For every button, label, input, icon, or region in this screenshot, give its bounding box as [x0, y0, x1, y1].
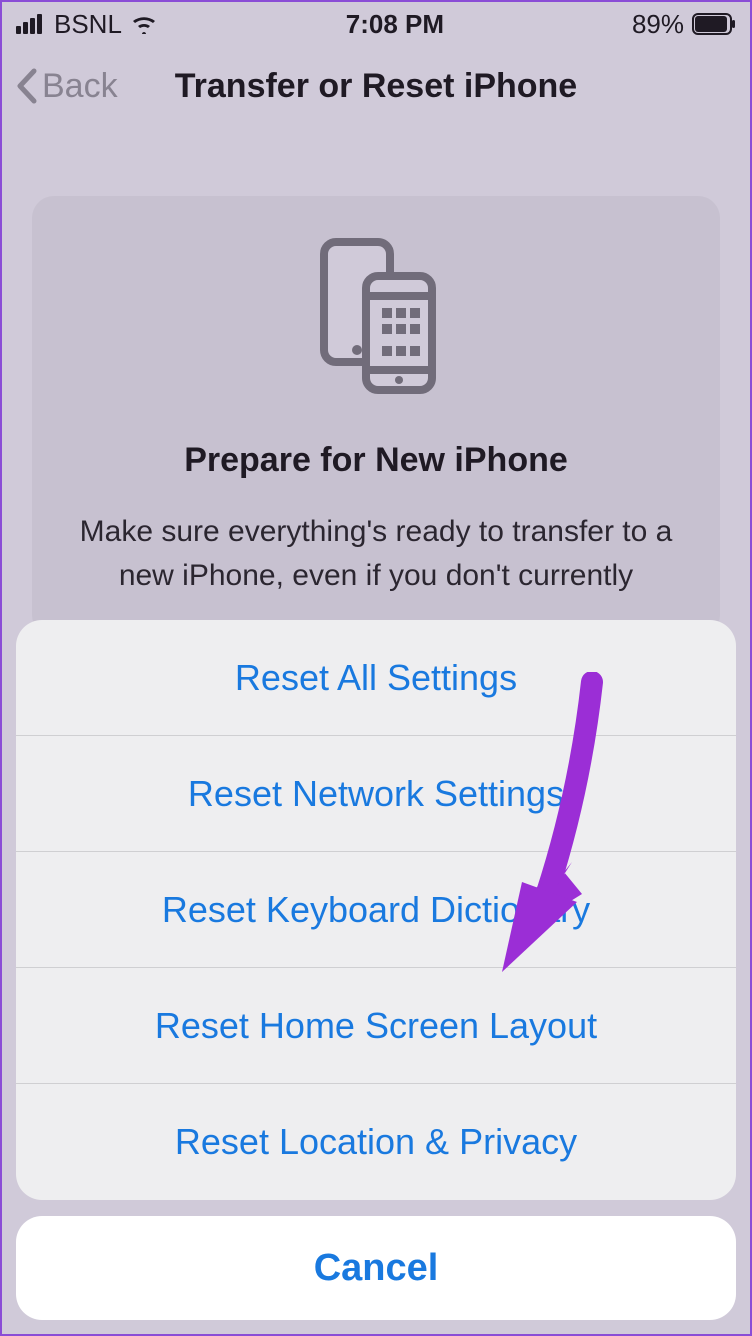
- reset-network-settings[interactable]: Reset Network Settings: [16, 736, 736, 852]
- reset-home-screen-layout[interactable]: Reset Home Screen Layout: [16, 968, 736, 1084]
- option-label: Reset All Settings: [235, 657, 517, 699]
- cancel-button[interactable]: Cancel: [16, 1216, 736, 1320]
- option-label: Reset Network Settings: [188, 773, 564, 815]
- reset-keyboard-dictionary[interactable]: Reset Keyboard Dictionary: [16, 852, 736, 968]
- reset-all-settings[interactable]: Reset All Settings: [16, 620, 736, 736]
- option-label: Reset Location & Privacy: [175, 1121, 577, 1163]
- action-sheet: Reset All Settings Reset Network Setting…: [16, 620, 736, 1320]
- option-label: Reset Keyboard Dictionary: [162, 889, 590, 931]
- reset-location-privacy[interactable]: Reset Location & Privacy: [16, 1084, 736, 1200]
- option-label: Reset Home Screen Layout: [155, 1005, 597, 1047]
- cancel-label: Cancel: [314, 1247, 439, 1290]
- action-sheet-options: Reset All Settings Reset Network Setting…: [16, 620, 736, 1200]
- action-sheet-cancel-group: Cancel: [16, 1216, 736, 1320]
